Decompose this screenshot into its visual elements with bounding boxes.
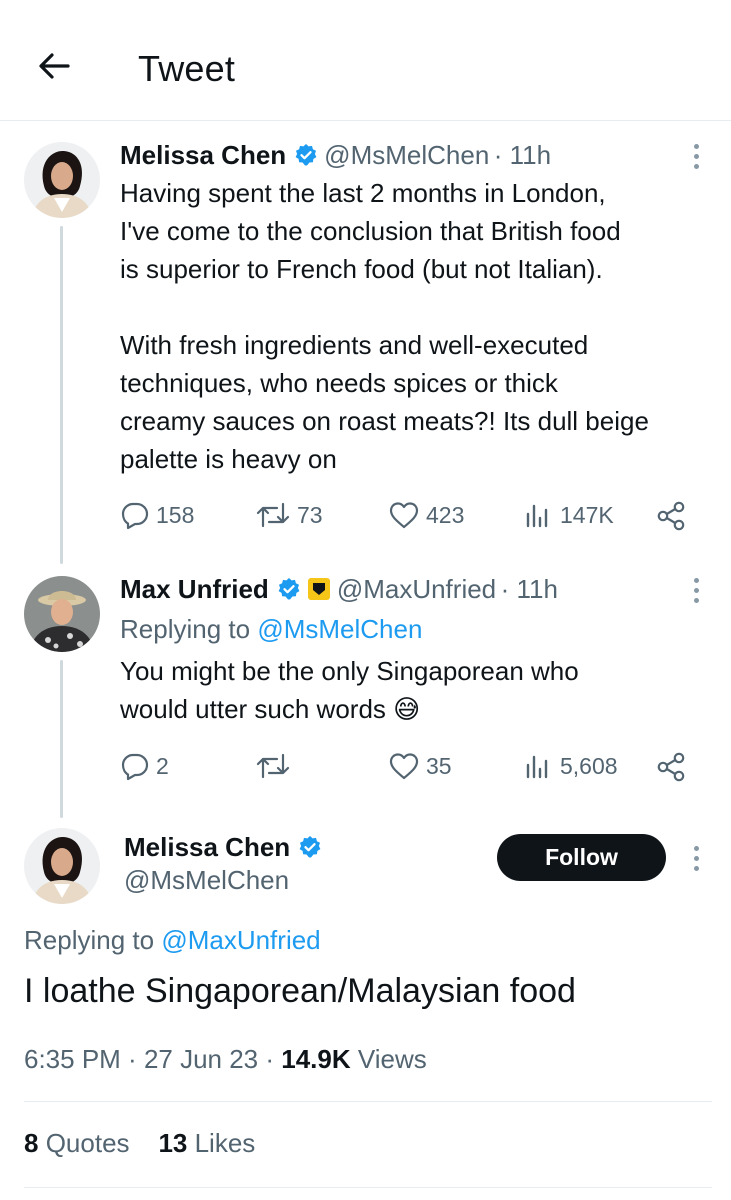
views-button[interactable]: 147K: [524, 500, 614, 530]
reply-button[interactable]: 2: [120, 751, 169, 781]
verified-badge-icon: [294, 143, 318, 167]
page-title: Tweet: [138, 48, 236, 89]
retweet-icon: [256, 502, 290, 528]
like-count: 423: [426, 501, 465, 528]
more-icon[interactable]: [692, 142, 702, 172]
author-handle[interactable]: @MsMelChen: [324, 140, 489, 170]
tweet-time[interactable]: 6:35 PM: [24, 1044, 121, 1074]
replying-to-link[interactable]: @MaxUnfried: [161, 925, 320, 955]
verified-badge-icon: [277, 577, 301, 601]
share-icon[interactable]: [655, 500, 687, 537]
reply-icon: [121, 502, 149, 530]
quotes-label: Quotes: [45, 1128, 130, 1158]
reply-button[interactable]: 158: [120, 500, 194, 530]
quotes-link[interactable]: 8 Quotes: [24, 1128, 130, 1158]
divider: [24, 1187, 712, 1188]
retweet-button[interactable]: 73: [255, 500, 323, 530]
views-icon: [526, 504, 548, 528]
tweet-text: You might be the only Singaporean who wo…: [120, 656, 579, 724]
timestamp: · 11h: [500, 574, 558, 604]
top-bar: Tweet: [0, 0, 731, 121]
engagement-stats: 8 Quotes 13 Likes: [24, 1128, 255, 1159]
avatar[interactable]: [24, 576, 100, 652]
author-handle[interactable]: @MaxUnfried: [337, 574, 496, 604]
thread-line: [60, 226, 63, 564]
reply-icon: [121, 753, 149, 781]
follow-button[interactable]: Follow: [497, 834, 666, 881]
quotes-count: 8: [24, 1128, 39, 1158]
share-icon[interactable]: [655, 751, 687, 788]
tweet-meta: 6:35 PM · 27 Jun 23 · 14.9K Views: [24, 1044, 427, 1074]
replying-label: Replying to: [120, 614, 258, 644]
views-label: Views: [357, 1044, 427, 1074]
like-icon: [389, 753, 419, 780]
like-icon: [389, 502, 419, 529]
retweet-count: 73: [297, 501, 323, 528]
likes-link[interactable]: 13 Likes: [158, 1128, 255, 1158]
views-count: 147K: [560, 501, 614, 528]
back-arrow-icon[interactable]: [34, 46, 74, 86]
main-tweet-text: I loathe Singaporean/Malaysian food: [24, 972, 576, 1010]
views-button[interactable]: 5,608: [524, 751, 618, 781]
author-name[interactable]: Melissa Chen: [120, 140, 286, 170]
tweet-text: Having spent the last 2 months in London…: [120, 178, 649, 474]
timestamp: · 11h: [493, 140, 552, 170]
views-icon: [526, 755, 548, 779]
views-count: 5,608: [560, 752, 618, 779]
like-button[interactable]: 423: [388, 500, 464, 530]
author-name[interactable]: Max Unfried: [120, 574, 269, 604]
replying-label: Replying to: [24, 925, 162, 955]
likes-label: Likes: [194, 1128, 256, 1158]
likes-count: 13: [158, 1128, 188, 1158]
replying-to: Replying to @MsMelChen: [120, 614, 422, 645]
thread-line: [60, 660, 63, 818]
avatar[interactable]: [24, 142, 100, 218]
main-author: Melissa Chen: [124, 832, 328, 863]
avatar[interactable]: [24, 828, 100, 904]
like-count: 35: [426, 752, 452, 779]
author-handle[interactable]: @MsMelChen: [124, 865, 289, 896]
divider: [24, 1101, 712, 1102]
tweet-header: Max Unfried @MaxUnfried · 11h: [120, 574, 558, 605]
replying-to-link[interactable]: @MsMelChen: [257, 614, 422, 644]
retweet-icon: [256, 753, 290, 779]
replying-to: Replying to @MaxUnfried: [24, 925, 321, 956]
tweet-header: Melissa Chen @MsMelChen · 11h: [120, 140, 551, 171]
verified-badge-icon: [298, 835, 322, 859]
more-icon[interactable]: [692, 576, 702, 606]
views-total: 14.9K: [281, 1044, 351, 1074]
gold-badge-icon: [307, 577, 331, 601]
retweet-button[interactable]: [255, 751, 297, 781]
like-button[interactable]: 35: [388, 751, 452, 781]
more-icon[interactable]: [692, 844, 702, 874]
reply-count: 158: [156, 501, 195, 528]
reply-count: 2: [156, 752, 169, 779]
author-name[interactable]: Melissa Chen: [124, 832, 290, 862]
tweet-date[interactable]: 27 Jun 23: [144, 1044, 258, 1074]
